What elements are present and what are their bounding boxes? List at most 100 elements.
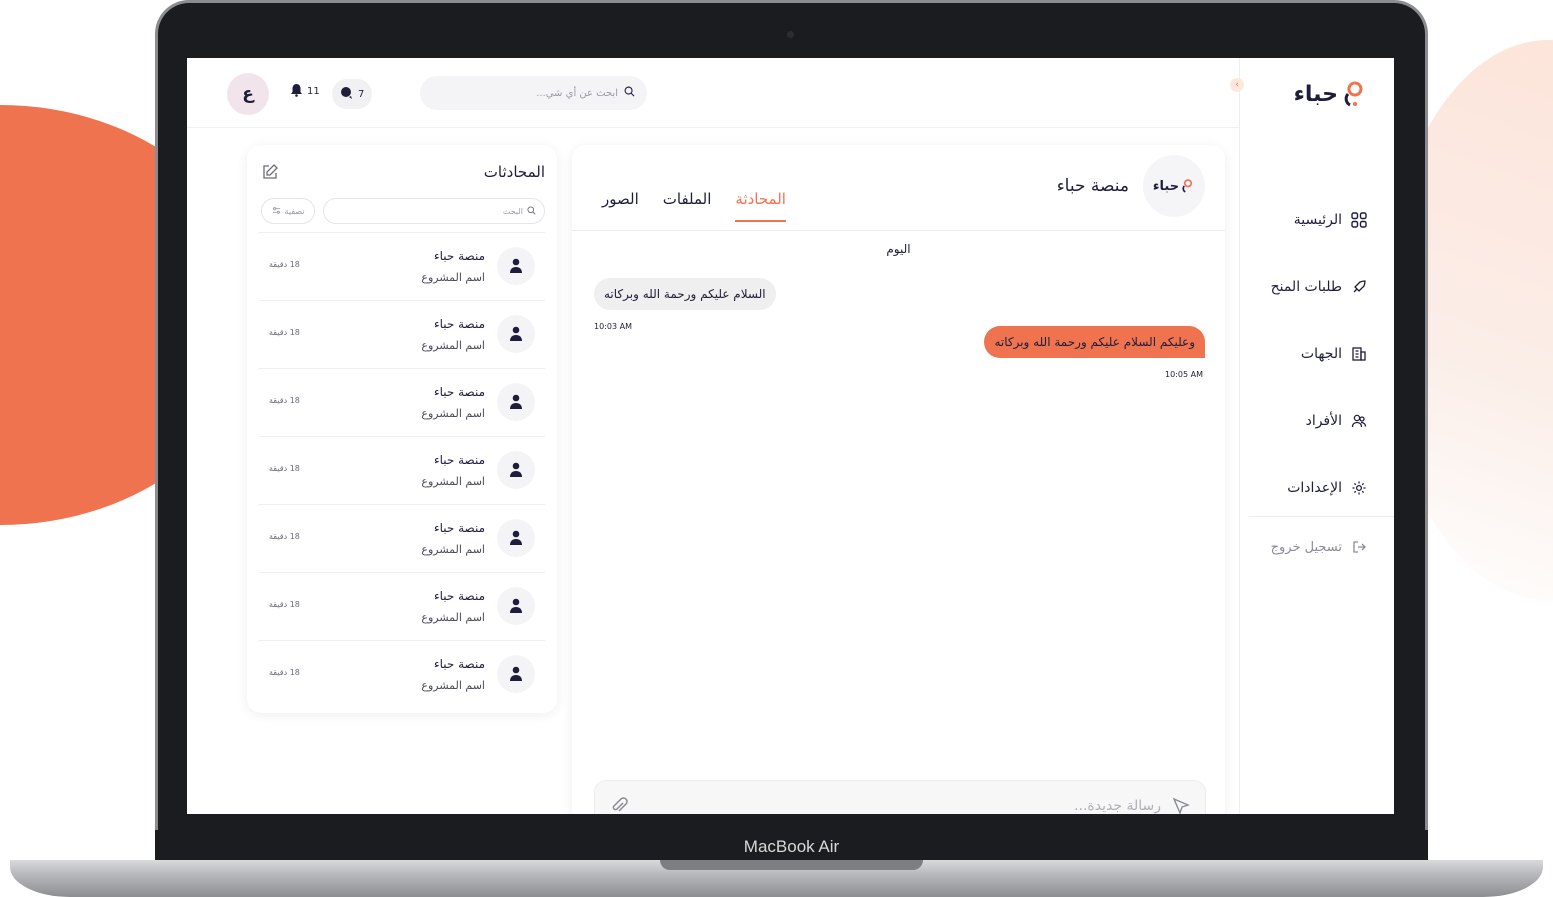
user-icon bbox=[497, 383, 535, 421]
messages-count: 7 bbox=[358, 88, 365, 100]
conversation-item[interactable]: منصة حباء اسم المشروع 18 دقيقة bbox=[259, 504, 545, 572]
bell-icon bbox=[290, 83, 303, 100]
brand-logo[interactable]: حباء bbox=[1294, 80, 1368, 108]
conversation-item[interactable]: منصة حباء اسم المشروع 18 دقيقة bbox=[259, 436, 545, 504]
conversation-time: 18 دقيقة bbox=[269, 532, 300, 541]
building-icon bbox=[1350, 345, 1368, 363]
sliders-icon bbox=[272, 206, 281, 217]
laptop-notch bbox=[660, 860, 923, 870]
message-input[interactable] bbox=[639, 798, 1161, 814]
search-icon bbox=[624, 86, 635, 100]
brand-mark-icon bbox=[1182, 179, 1193, 193]
attachment-icon[interactable] bbox=[609, 796, 629, 814]
page-canvas: › حباء الرئيسية طلبات المنح الجهات الأفر… bbox=[0, 0, 1553, 897]
sidebar-item-label: الرئيسية bbox=[1293, 211, 1342, 228]
chat-avatar-text: حباء bbox=[1152, 178, 1180, 194]
conversations-title: المحادثات bbox=[483, 163, 545, 181]
logout-icon bbox=[1350, 538, 1368, 556]
device-label: MacBook Air bbox=[155, 830, 1428, 862]
chat-avatar: حباء bbox=[1143, 155, 1205, 217]
conversation-name: منصة حباء bbox=[433, 249, 485, 263]
conversation-name: منصة حباء bbox=[433, 453, 485, 467]
logout-button[interactable]: تسجيل خروج bbox=[1271, 538, 1368, 556]
conversation-name: منصة حباء bbox=[433, 317, 485, 331]
conversations-panel: المحادثات البحث تصفية منصة حباء اسم المش… bbox=[247, 145, 557, 713]
conversation-time: 18 دقيقة bbox=[269, 464, 300, 473]
conversation-time: 18 دقيقة bbox=[269, 600, 300, 609]
sidebar-nav: الرئيسية طلبات المنح الجهات الأفراد الإع… bbox=[1239, 186, 1394, 521]
tab-conversation[interactable]: المحادثة bbox=[735, 190, 786, 222]
global-search[interactable]: ابحث عن أي شي... bbox=[420, 76, 647, 110]
message-timestamp: 10:03 AM bbox=[594, 322, 632, 331]
conversation-time: 18 دقيقة bbox=[269, 396, 300, 405]
brand-mark-icon bbox=[1344, 81, 1363, 107]
gear-icon bbox=[1350, 479, 1368, 497]
conversation-subtitle: اسم المشروع bbox=[421, 475, 485, 488]
conversation-subtitle: اسم المشروع bbox=[421, 679, 485, 692]
conversation-name: منصة حباء bbox=[433, 521, 485, 535]
sidebar-item-grant-requests[interactable]: طلبات المنح bbox=[1239, 253, 1394, 320]
global-search-placeholder: ابحث عن أي شي... bbox=[536, 87, 618, 99]
conversation-item[interactable]: منصة حباء اسم المشروع 18 دقيقة bbox=[259, 368, 545, 436]
conversations-list: منصة حباء اسم المشروع 18 دقيقة منصة حباء… bbox=[259, 232, 545, 708]
conversation-item[interactable]: منصة حباء اسم المشروع 18 دقيقة bbox=[259, 232, 545, 300]
tab-images[interactable]: الصور bbox=[602, 190, 639, 222]
chat-bubble-icon bbox=[340, 86, 354, 103]
conversation-item[interactable]: منصة حباء اسم المشروع 18 دقيقة bbox=[259, 300, 545, 368]
sidebar-divider bbox=[1249, 516, 1394, 517]
chat-header: حباء منصة حباء الصور الملفات المحادثة bbox=[572, 145, 1225, 231]
notifications-count: 11 bbox=[307, 86, 320, 97]
new-chat-button[interactable] bbox=[261, 163, 279, 181]
users-icon bbox=[1350, 412, 1368, 430]
messages-badge-button[interactable]: 7 bbox=[332, 79, 373, 109]
camera-dot bbox=[787, 31, 794, 38]
notifications-badge-button[interactable]: 11 bbox=[290, 83, 320, 100]
conversation-time: 18 دقيقة bbox=[269, 668, 300, 677]
brand-name: حباء bbox=[1293, 81, 1338, 107]
conversation-subtitle: اسم المشروع bbox=[421, 407, 485, 420]
message-timestamp: 10:05 AM bbox=[1165, 370, 1203, 379]
sidebar-item-home[interactable]: الرئيسية bbox=[1239, 186, 1394, 253]
sidebar-item-label: الأفراد bbox=[1305, 412, 1342, 429]
rocket-icon bbox=[1350, 278, 1368, 296]
conversation-time: 18 دقيقة bbox=[269, 260, 300, 269]
user-icon bbox=[497, 587, 535, 625]
conversation-name: منصة حباء bbox=[433, 657, 485, 671]
conversation-name: منصة حباء bbox=[433, 589, 485, 603]
conversation-name: منصة حباء bbox=[433, 385, 485, 399]
conversation-subtitle: اسم المشروع bbox=[421, 271, 485, 284]
user-icon bbox=[497, 655, 535, 693]
sidebar-item-settings[interactable]: الإعدادات bbox=[1239, 454, 1394, 521]
search-icon bbox=[527, 205, 536, 217]
sidebar-item-entities[interactable]: الجهات bbox=[1239, 320, 1394, 387]
sidebar: › حباء الرئيسية طلبات المنح الجهات الأفر… bbox=[1230, 58, 1394, 814]
message-outgoing: وعليكم السلام عليكم ورحمة الله وبركاته bbox=[984, 326, 1205, 358]
filter-label: تصفية bbox=[284, 206, 305, 216]
app-screen: › حباء الرئيسية طلبات المنح الجهات الأفر… bbox=[187, 58, 1394, 814]
message-composer bbox=[594, 780, 1206, 814]
filter-button[interactable]: تصفية bbox=[261, 198, 315, 224]
conversation-item[interactable]: منصة حباء اسم المشروع 18 دقيقة bbox=[259, 572, 545, 640]
sidebar-item-individuals[interactable]: الأفراد bbox=[1239, 387, 1394, 454]
user-icon bbox=[497, 315, 535, 353]
logout-label: تسجيل خروج bbox=[1270, 539, 1342, 555]
conversation-subtitle: اسم المشروع bbox=[421, 339, 485, 352]
message-incoming: السلام عليكم ورحمة الله وبركاته bbox=[594, 278, 776, 310]
sidebar-item-label: طلبات المنح bbox=[1270, 278, 1342, 295]
user-icon bbox=[497, 451, 535, 489]
chat-title: منصة حباء bbox=[1056, 176, 1129, 196]
top-header: ابحث عن أي شي... 7 11 ع bbox=[187, 58, 1239, 128]
sidebar-item-label: الجهات bbox=[1300, 345, 1342, 362]
conversation-subtitle: اسم المشروع bbox=[421, 543, 485, 556]
conversation-subtitle: اسم المشروع bbox=[421, 611, 485, 624]
user-icon bbox=[497, 247, 535, 285]
edit-icon bbox=[263, 164, 278, 179]
send-icon[interactable] bbox=[1171, 796, 1191, 814]
tab-files[interactable]: الملفات bbox=[663, 190, 712, 222]
user-avatar[interactable]: ع bbox=[227, 73, 269, 115]
conversation-item[interactable]: منصة حباء اسم المشروع 18 دقيقة bbox=[259, 640, 545, 708]
conversations-search-input[interactable]: البحث bbox=[323, 198, 545, 224]
sidebar-item-label: الإعدادات bbox=[1287, 479, 1342, 496]
grid-icon bbox=[1350, 211, 1368, 229]
chat-panel: حباء منصة حباء الصور الملفات المحادثة ال… bbox=[572, 145, 1225, 814]
